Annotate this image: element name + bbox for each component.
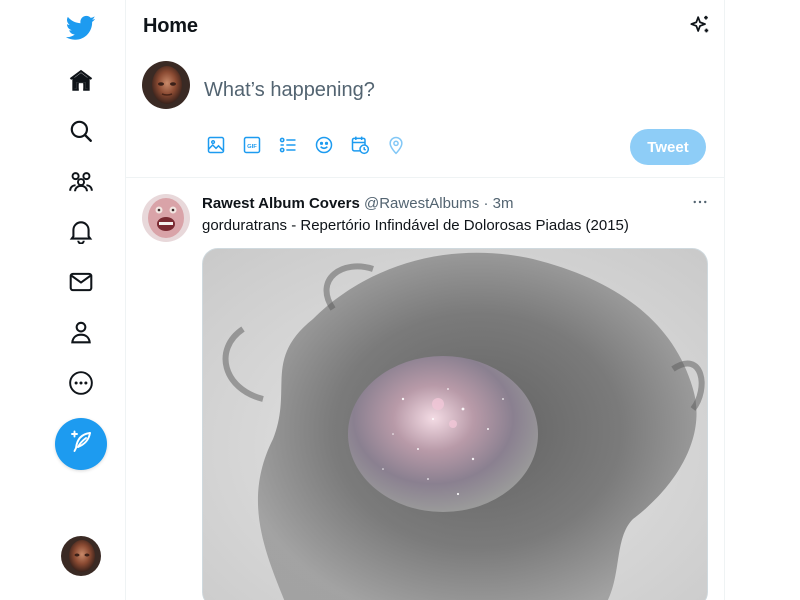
tweet-text: gorduratrans - Repertório Infindável de …: [202, 217, 629, 234]
nav-more-button[interactable]: [56, 363, 106, 407]
communities-icon: [68, 168, 94, 199]
timeline-header: Home: [126, 0, 724, 53]
more-options-button[interactable]: [688, 192, 712, 216]
nav-profile-button[interactable]: [56, 312, 106, 356]
profile-icon: [68, 319, 94, 350]
composer-toolbar: GIF: [204, 135, 420, 159]
nav-notifications-button[interactable]: [56, 211, 106, 255]
gif-icon: GIF: [242, 135, 262, 160]
bell-icon: [68, 218, 94, 249]
author-name[interactable]: Rawest Album Covers: [202, 195, 360, 212]
avatar[interactable]: [142, 194, 190, 242]
left-nav: [0, 0, 125, 600]
account-avatar[interactable]: [61, 536, 101, 576]
tweet-media-image[interactable]: [202, 248, 708, 600]
main-timeline: Home GIF: [125, 0, 725, 600]
schedule-button[interactable]: [348, 135, 372, 159]
media-button[interactable]: [204, 135, 228, 159]
tweet-header: Rawest Album Covers @RawestAlbums · 3m: [202, 195, 513, 212]
nav-explore-button[interactable]: [56, 111, 106, 155]
author-handle[interactable]: @RawestAlbums: [364, 195, 479, 212]
tweet-card[interactable]: Rawest Album Covers @RawestAlbums · 3m g…: [126, 178, 724, 600]
feather-plus-icon: [69, 430, 93, 459]
mail-icon: [68, 269, 94, 300]
nav-communities-button[interactable]: [56, 161, 106, 205]
schedule-icon: [350, 135, 370, 160]
tweet-button[interactable]: Tweet: [630, 129, 706, 165]
sparkle-icon[interactable]: [689, 14, 713, 38]
twitter-logo-icon[interactable]: [65, 13, 96, 43]
image-icon: [206, 135, 226, 160]
location-icon: [386, 135, 406, 160]
emoji-button[interactable]: [312, 135, 336, 159]
poll-icon: [278, 135, 298, 160]
tweet-timestamp[interactable]: 3m: [493, 195, 514, 212]
poll-button[interactable]: [276, 135, 300, 159]
gif-button[interactable]: GIF: [240, 135, 264, 159]
separator: ·: [483, 195, 489, 212]
avatar[interactable]: [142, 61, 190, 109]
compose-tweet-button[interactable]: [55, 418, 107, 470]
more-icon: [68, 370, 94, 401]
location-button[interactable]: [384, 135, 408, 159]
nav-home-button[interactable]: [56, 61, 106, 105]
tweet-composer: GIF: [126, 53, 724, 178]
page-title: Home: [143, 15, 198, 37]
search-icon: [68, 118, 94, 149]
tweet-input[interactable]: [204, 75, 704, 105]
ellipsis-icon: [691, 193, 709, 216]
emoji-icon: [314, 135, 334, 160]
home-icon: [68, 68, 94, 99]
svg-text:GIF: GIF: [247, 143, 257, 149]
nav-messages-button[interactable]: [56, 262, 106, 306]
